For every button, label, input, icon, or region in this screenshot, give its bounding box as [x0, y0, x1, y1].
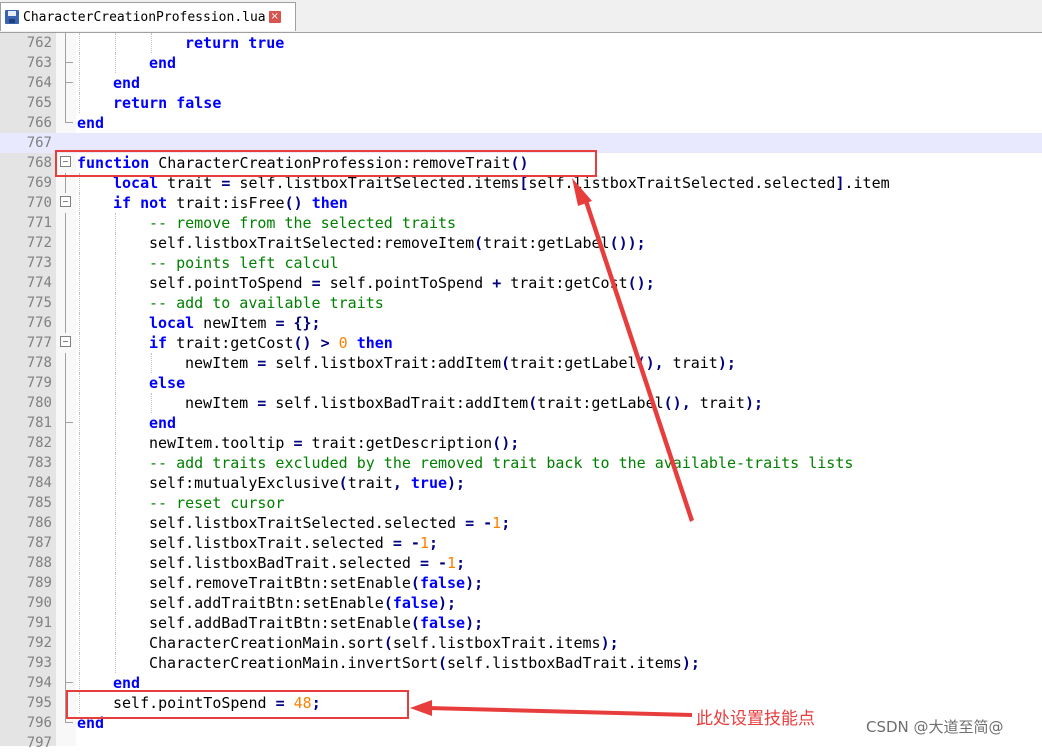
annotation-arrows — [410, 178, 694, 717]
annotation-label: 此处设置技能点 — [696, 709, 815, 729]
arrow-left-shaft — [428, 706, 692, 717]
arrow-left-head — [410, 700, 432, 716]
watermark: CSDN @大道至简@ — [866, 718, 1004, 736]
arrow-up-head — [572, 178, 592, 206]
arrow-up-shaft — [582, 194, 694, 522]
